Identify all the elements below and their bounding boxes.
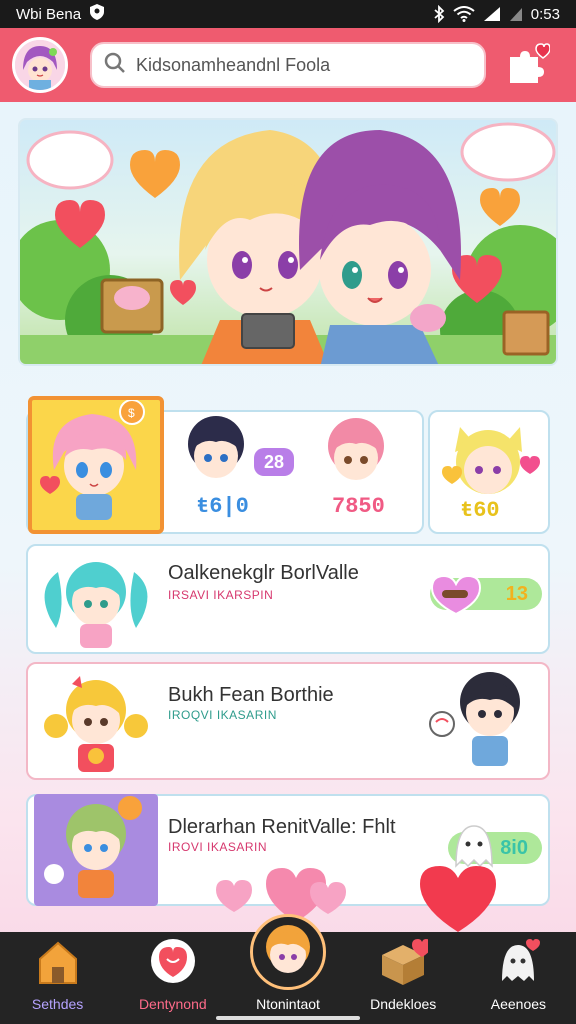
progress-badge-value: 8i0: [500, 836, 528, 859]
box-icon: [378, 939, 433, 990]
list-item-subtitle: IROVI IKASARIN: [168, 840, 268, 854]
puzzle-heart-button[interactable]: [506, 43, 551, 87]
search-input[interactable]: [136, 54, 456, 76]
green-hair-character: [44, 796, 142, 898]
featured-highlight-card[interactable]: $: [28, 396, 164, 534]
ghost-icon: [496, 939, 541, 990]
avatar-icon: [266, 925, 310, 973]
home-indicator[interactable]: [216, 1016, 360, 1020]
svg-text:$: $: [128, 406, 135, 420]
carrier-label: Wbi Bena: [16, 5, 82, 23]
shield-icon: [89, 3, 105, 25]
app-header: [0, 28, 576, 102]
nav-item-friends[interactable]: Aeenoes: [461, 932, 576, 1024]
teal-hair-character: [44, 562, 148, 648]
featured-pill-badge: 28: [254, 448, 294, 476]
list-item-subtitle: IRSAVI IKARSPIN: [168, 588, 274, 602]
heart-bubble-icon: [147, 939, 199, 990]
signal-icon-2: [509, 6, 523, 22]
pink-hair-character: $: [40, 400, 145, 520]
hero-illustration: [20, 122, 556, 364]
search-icon: [104, 52, 126, 79]
signal-icon: [483, 6, 501, 22]
puzzle-heart-icon: [510, 43, 551, 83]
nav-item-center[interactable]: Ntonintaot: [230, 914, 345, 1024]
hero-banner[interactable]: [18, 118, 558, 366]
dark-hair-boy-character: [429, 672, 520, 766]
nav-item-home[interactable]: Sethdes: [0, 932, 115, 1024]
list-item-title: Oalkenekglr BorlValle: [168, 562, 359, 584]
nav-item-favorites[interactable]: Dentynond: [115, 932, 230, 1024]
nav-label: Dndekloes: [370, 996, 437, 1012]
list-item-title: Bukh Fean Borthie: [168, 684, 334, 706]
bluetooth-icon: [433, 5, 445, 23]
status-bar: Wbi Bena 0:53: [0, 0, 576, 28]
heart-badge-icon: [430, 574, 482, 616]
house-icon: [36, 939, 80, 990]
list-item[interactable]: Bukh Fean Borthie IROQVI IKASARIN: [26, 662, 550, 780]
nav-label: Sethdes: [31, 996, 84, 1012]
profile-avatar[interactable]: [12, 37, 68, 93]
nav-label: Aeenoes: [490, 996, 547, 1012]
list-item[interactable]: Oalkenekglr BorlValle IRSAVI IKARSPIN 13: [26, 544, 550, 654]
list-item-title: Dlerarhan RenitValle: Fhlt: [168, 816, 396, 838]
list-item-subtitle: IROQVI IKASARIN: [168, 708, 277, 722]
nav-label: Dentynond: [138, 996, 207, 1012]
nav-label: Ntonintaot: [256, 996, 320, 1012]
search-box[interactable]: [90, 42, 486, 88]
featured-count-left: ŧ6|0: [196, 494, 249, 519]
featured-count-right: 7850: [332, 494, 385, 519]
nav-center-highlight: [250, 914, 326, 990]
progress-badge-value: 13: [505, 582, 528, 605]
nav-item-inventory[interactable]: Dndekloes: [346, 932, 461, 1024]
bottom-nav: Sethdes Dentynond Ntonintaot Dndekloes A: [0, 914, 576, 1024]
clock-time: 0:53: [530, 5, 560, 23]
wifi-icon: [453, 6, 475, 22]
blonde-pigtail-character: [44, 676, 148, 772]
